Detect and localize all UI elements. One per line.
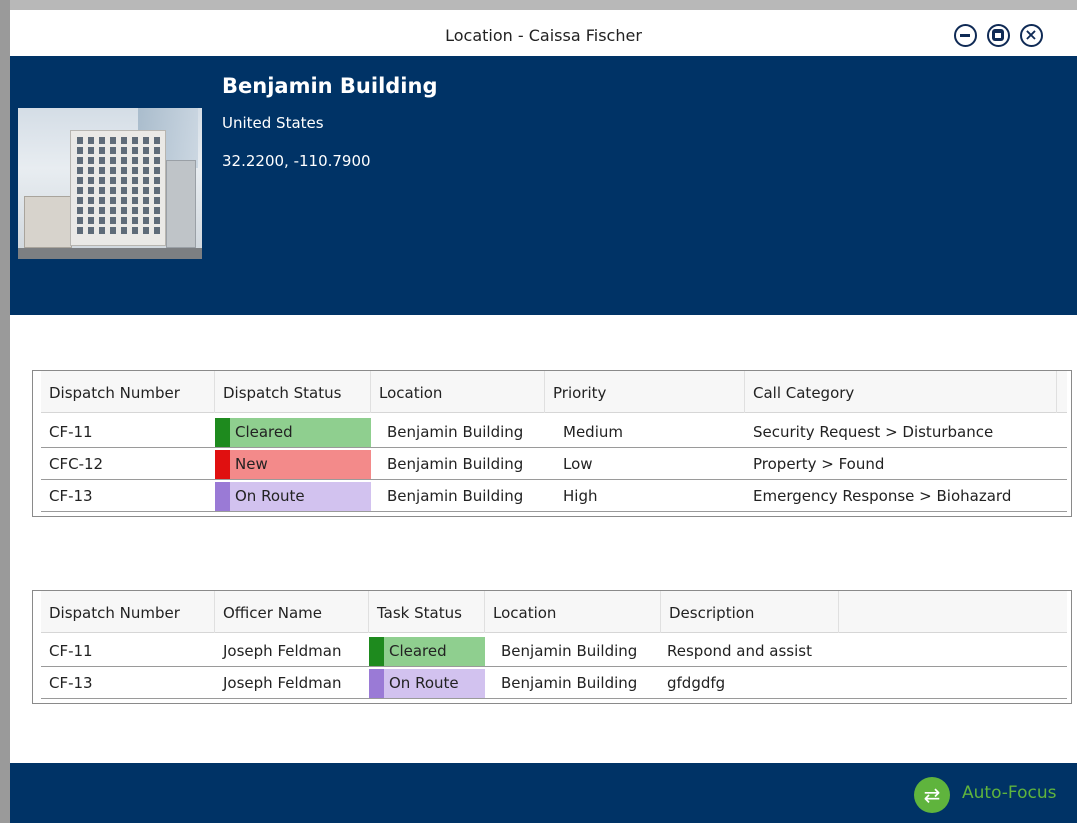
dispatch-location: Benjamin Building bbox=[387, 487, 524, 505]
column-header-officer-name[interactable]: Officer Name bbox=[215, 591, 369, 633]
restore-icon bbox=[992, 29, 1004, 41]
task-status: Cleared bbox=[369, 637, 485, 666]
window-title: Location - Caissa Fischer bbox=[445, 26, 642, 45]
column-header-task-status[interactable]: Task Status bbox=[369, 591, 485, 633]
location-coordinates: 32.2200, -110.7900 bbox=[222, 152, 371, 170]
column-header-location[interactable]: Location bbox=[485, 591, 661, 633]
minus-icon bbox=[960, 34, 970, 37]
status-label: New bbox=[235, 455, 268, 473]
building-photo bbox=[18, 108, 202, 259]
table-row[interactable]: CF-11 Cleared Benjamin Building Medium S… bbox=[41, 417, 1067, 448]
column-header-call-category[interactable]: Call Category bbox=[745, 371, 1057, 413]
status-label: Cleared bbox=[389, 642, 447, 660]
dispatch-status: Cleared bbox=[215, 418, 371, 447]
status-label: On Route bbox=[389, 674, 459, 692]
close-icon: × bbox=[1024, 25, 1038, 44]
task-description: Respond and assist bbox=[667, 642, 812, 660]
status-color-stripe bbox=[215, 418, 230, 447]
task-location: Benjamin Building bbox=[501, 642, 638, 660]
dispatch-category: Property > Found bbox=[753, 455, 885, 473]
status-color-stripe bbox=[369, 669, 384, 698]
status-label: Cleared bbox=[235, 423, 293, 441]
close-button[interactable]: × bbox=[1020, 24, 1043, 47]
task-location: Benjamin Building bbox=[501, 674, 638, 692]
task-grid-header: Dispatch Number Officer Name Task Status… bbox=[41, 591, 1067, 633]
table-row[interactable]: CFC-12 New Benjamin Building Low Propert… bbox=[41, 449, 1067, 480]
auto-focus-label: Auto-Focus bbox=[962, 783, 1057, 803]
minimize-button[interactable] bbox=[954, 24, 977, 47]
task-dispatch-number: CF-11 bbox=[49, 642, 93, 660]
location-country: United States bbox=[222, 114, 324, 132]
task-officer-name: Joseph Feldman bbox=[223, 642, 342, 660]
table-row[interactable]: CF-11 Joseph Feldman Cleared Benjamin Bu… bbox=[41, 636, 1067, 667]
dispatch-status: On Route bbox=[215, 482, 371, 511]
column-header-dispatch-number[interactable]: Dispatch Number bbox=[41, 371, 215, 413]
location-name: Benjamin Building bbox=[222, 74, 438, 98]
status-color-stripe bbox=[369, 637, 384, 666]
dispatch-grid: Dispatch Number Dispatch Status Location… bbox=[32, 370, 1072, 517]
column-header-dispatch-number[interactable]: Dispatch Number bbox=[41, 591, 215, 633]
dispatch-category: Emergency Response > Biohazard bbox=[753, 487, 1012, 505]
dispatch-number: CFC-12 bbox=[49, 455, 104, 473]
dispatch-priority: Medium bbox=[563, 423, 623, 441]
footer-bar: ⇄ Auto-Focus bbox=[10, 763, 1077, 823]
dispatch-status: New bbox=[215, 450, 371, 479]
window-frame-top bbox=[0, 0, 1077, 10]
restore-button[interactable] bbox=[987, 24, 1010, 47]
task-status: On Route bbox=[369, 669, 485, 698]
title-bar: Location - Caissa Fischer × bbox=[10, 10, 1077, 56]
dispatch-location: Benjamin Building bbox=[387, 455, 524, 473]
location-header: Benjamin Building United States 32.2200,… bbox=[10, 56, 1077, 315]
dispatch-number: CF-13 bbox=[49, 487, 93, 505]
swap-arrows-icon: ⇄ bbox=[914, 777, 950, 813]
status-label: On Route bbox=[235, 487, 305, 505]
table-row[interactable]: CF-13 Joseph Feldman On Route Benjamin B… bbox=[41, 668, 1067, 699]
column-header-priority[interactable]: Priority bbox=[545, 371, 745, 413]
task-grid: Dispatch Number Officer Name Task Status… bbox=[32, 590, 1072, 704]
column-header-dispatch-status[interactable]: Dispatch Status bbox=[215, 371, 371, 413]
table-row[interactable]: CF-13 On Route Benjamin Building High Em… bbox=[41, 481, 1067, 512]
column-header-location[interactable]: Location bbox=[371, 371, 545, 413]
status-color-stripe bbox=[215, 450, 230, 479]
dispatch-priority: Low bbox=[563, 455, 593, 473]
window-frame-left bbox=[0, 0, 10, 823]
task-dispatch-number: CF-13 bbox=[49, 674, 93, 692]
dispatch-grid-header: Dispatch Number Dispatch Status Location… bbox=[41, 371, 1067, 413]
dispatch-category: Security Request > Disturbance bbox=[753, 423, 994, 441]
dispatch-priority: High bbox=[563, 487, 598, 505]
task-officer-name: Joseph Feldman bbox=[223, 674, 342, 692]
column-header-description[interactable]: Description bbox=[661, 591, 839, 633]
status-color-stripe bbox=[215, 482, 230, 511]
dispatch-number: CF-11 bbox=[49, 423, 93, 441]
dispatch-location: Benjamin Building bbox=[387, 423, 524, 441]
task-description: gfdgdfg bbox=[667, 674, 726, 692]
